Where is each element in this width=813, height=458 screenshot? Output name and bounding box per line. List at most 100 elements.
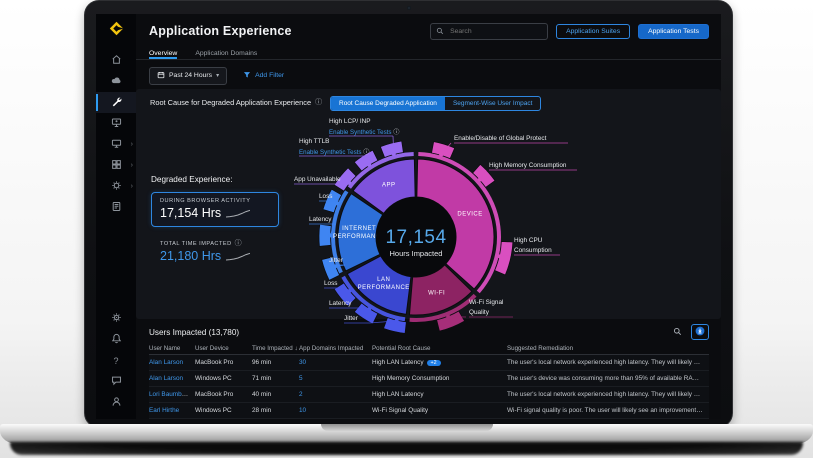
- wrench-icon: [111, 94, 122, 112]
- sidebar-item-feedback[interactable]: [96, 371, 136, 392]
- sidebar-item-monitoring[interactable]: [96, 71, 136, 92]
- chevron-right-icon: ›: [131, 182, 133, 189]
- add-filter-button[interactable]: Add Filter: [243, 71, 284, 81]
- callout-label: High LCP/ INP: [329, 118, 371, 125]
- time-impacted-cell: 96 min: [252, 359, 299, 366]
- application-tests-button[interactable]: Application Tests: [638, 24, 709, 39]
- laptop-hinge-notch: [321, 424, 493, 431]
- overview-icon: [111, 52, 122, 70]
- table-search-button[interactable]: [669, 325, 685, 339]
- app-domains-cell[interactable]: 10: [299, 407, 372, 414]
- sidebar-item-account[interactable]: [96, 392, 136, 413]
- add-filter-label: Add Filter: [255, 72, 284, 79]
- filter-funnel-icon: [243, 71, 251, 81]
- user-name-cell[interactable]: Alan Larson: [149, 375, 195, 382]
- col-time-impacted[interactable]: Time Impacted ↓: [252, 345, 299, 352]
- col-user-device[interactable]: User Device: [195, 345, 252, 352]
- sidebar-item-help[interactable]: ?: [96, 350, 136, 371]
- app-domains-cell[interactable]: 5: [299, 375, 372, 382]
- col-remediation[interactable]: Suggested Remediation: [507, 345, 709, 352]
- sidebar: › › ›: [96, 14, 136, 419]
- main-content: Application Experience Application Suite…: [136, 14, 721, 419]
- laptop-mockup: › › ›: [0, 0, 813, 458]
- browser-activity-stat[interactable]: DURING BROWSER ACTIVITY 17,154 Hrs: [151, 192, 279, 227]
- app-window: › › ›: [96, 14, 721, 419]
- callout-dot: [328, 234, 332, 238]
- root-cause-sunburst-chart: APPApp UnavailableHigh TTLBEnable Synthe…: [284, 104, 721, 342]
- app-domains-link[interactable]: 10: [299, 407, 306, 414]
- application-suites-button[interactable]: Application Suites: [556, 24, 630, 39]
- cloud-icon: [111, 73, 122, 91]
- user-name-cell[interactable]: Earl Hirthe: [149, 407, 195, 414]
- tab-application-domains[interactable]: Application Domains: [195, 50, 257, 59]
- col-user-name[interactable]: User Name: [149, 345, 195, 352]
- search-input[interactable]: [448, 27, 542, 36]
- table-row[interactable]: Alan LarsonWindows PC71 min5High Memory …: [149, 371, 709, 387]
- col-root-cause[interactable]: Potential Root Cause: [372, 345, 507, 352]
- gear-outline-icon: [111, 178, 122, 196]
- callout-dot: [335, 201, 339, 205]
- app-domains-link[interactable]: 30: [299, 359, 306, 366]
- app-domains-cell[interactable]: 30: [299, 359, 372, 366]
- table-download-button[interactable]: [691, 324, 709, 340]
- table-row[interactable]: Alan LarsonMacBook Pro96 min30High LAN L…: [149, 355, 709, 371]
- sidebar-item-diagnostics[interactable]: [96, 92, 136, 113]
- sidebar-item-settings[interactable]: [96, 308, 136, 329]
- callout-label: Latency: [329, 300, 352, 307]
- user-name-link[interactable]: Lori Baumbach: [149, 391, 192, 398]
- root-cause-badge[interactable]: +2: [427, 360, 441, 366]
- brand-logo-icon[interactable]: [109, 21, 124, 41]
- callout-dot: [392, 152, 396, 156]
- tab-overview[interactable]: Overview: [149, 50, 177, 59]
- app-domains-cell[interactable]: 2: [299, 391, 372, 398]
- sidebar-item-automation[interactable]: ›: [96, 176, 136, 197]
- root-cause-cell: High Memory Consumption: [372, 375, 507, 382]
- remediation-cell: The user's local network experienced hig…: [507, 359, 709, 366]
- callout-label: Wi-Fi SignalQuality: [469, 299, 503, 316]
- time-range-dropdown[interactable]: Past 24 Hours ▾: [149, 67, 227, 85]
- user-icon: [111, 394, 122, 412]
- monitor-icon: [111, 136, 122, 154]
- table-row[interactable]: Earl HirtheWindows PC28 min10Wi-Fi Signa…: [149, 403, 709, 419]
- user-name-link[interactable]: Alan Larson: [149, 359, 183, 366]
- sparkline-icon: [226, 208, 250, 218]
- callout-dot: [367, 307, 371, 311]
- table-body: Alan LarsonMacBook Pro96 min30High LAN L…: [149, 355, 709, 419]
- callout-label: High CPUConsumption: [514, 237, 552, 254]
- sidebar-item-alerts[interactable]: [96, 329, 136, 350]
- col-app-domains[interactable]: App Domains Impacted: [299, 345, 372, 352]
- sidebar-item-devices[interactable]: ›: [96, 134, 136, 155]
- user-name-cell[interactable]: Alan Larson: [149, 359, 195, 366]
- callout-label: Latency: [309, 216, 332, 223]
- user-name-link[interactable]: Alan Larson: [149, 375, 183, 382]
- segment-label: APP: [382, 183, 396, 189]
- search-box[interactable]: [430, 23, 548, 40]
- callout-label: Jitter: [329, 257, 344, 264]
- app-domains-link[interactable]: 5: [299, 375, 303, 382]
- time-range-value: Past 24 Hours: [169, 72, 212, 79]
- browser-activity-label: DURING BROWSER ACTIVITY: [160, 198, 270, 204]
- calendar-icon: [157, 71, 165, 81]
- sidebar-item-reports[interactable]: [96, 197, 136, 218]
- webcam-icon: [407, 6, 411, 10]
- info-icon[interactable]: ⓘ: [235, 240, 243, 247]
- sidebar-item-applications[interactable]: ›: [96, 155, 136, 176]
- report-icon: [111, 199, 122, 217]
- endpoint-user-icon: [111, 115, 122, 133]
- user-name-cell[interactable]: Lori Baumbach: [149, 391, 195, 398]
- callout-label: Enable/Disable of Global Protect: [454, 135, 547, 142]
- callout-dot: [478, 177, 482, 181]
- users-impacted-section: Users Impacted (13,780) User Name: [136, 319, 721, 419]
- sidebar-item-overview[interactable]: [96, 50, 136, 71]
- user-name-link[interactable]: Earl Hirthe: [149, 407, 179, 414]
- table-row[interactable]: Lori BaumbachMacBook Pro40 min2High LAN …: [149, 387, 709, 403]
- help-icon: ?: [113, 356, 118, 366]
- browser-activity-value: 17,154 Hrs: [160, 206, 221, 220]
- sidebar-item-endpoints[interactable]: [96, 113, 136, 134]
- download-icon: [695, 323, 705, 341]
- app-domains-link[interactable]: 2: [299, 391, 303, 398]
- callout-link[interactable]: Enable Synthetic Tests ⓘ: [329, 128, 399, 136]
- bell-icon: [111, 331, 122, 349]
- laptop-shadow: [10, 442, 803, 455]
- callout-link[interactable]: Enable Synthetic Tests ⓘ: [299, 148, 369, 156]
